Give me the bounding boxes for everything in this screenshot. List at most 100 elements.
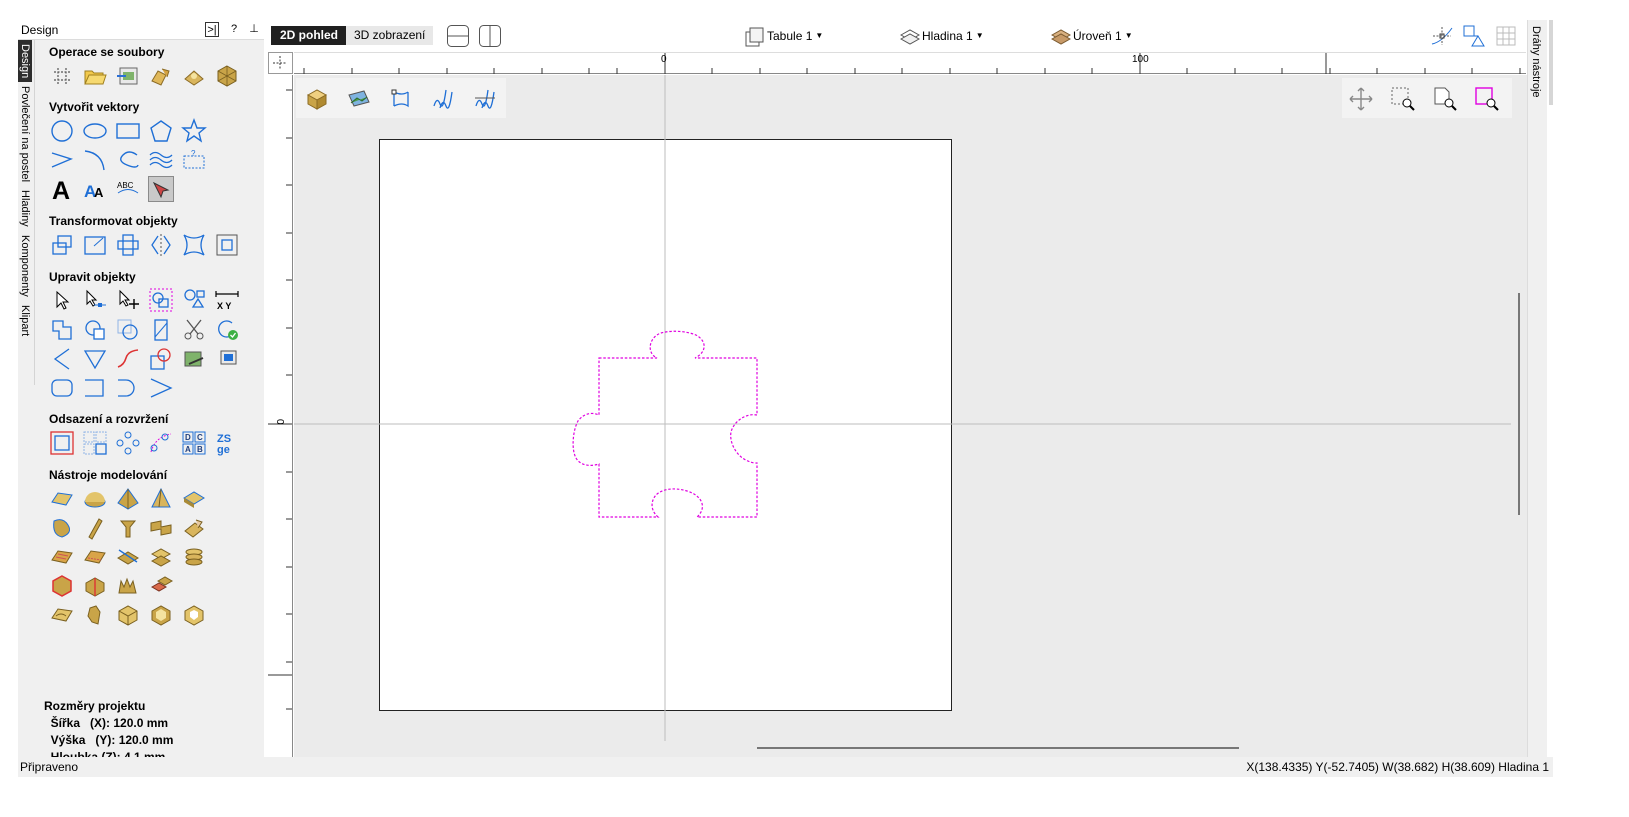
model-reset-icon[interactable] [49,573,75,599]
model-clean-icon[interactable] [115,544,141,570]
tab-3d-view[interactable]: 3D zobrazení [346,26,434,45]
sheet-dropdown[interactable]: Tabule 1 ▼ [745,25,823,47]
model-extrude-icon[interactable] [181,486,207,512]
pan-icon[interactable] [1348,86,1374,112]
select-icon[interactable] [49,287,75,313]
ellipse-icon[interactable] [82,118,108,144]
tab-clipart[interactable]: Klipart [18,301,32,340]
join-arc-icon[interactable] [115,375,141,401]
auto-nest-icon[interactable]: ZS ge [214,430,240,456]
model-merge-icon[interactable] [148,544,174,570]
intersect-icon[interactable] [115,317,141,343]
offset-icon[interactable] [49,430,75,456]
transform-mode-icon[interactable] [115,287,141,313]
model-stack-icon[interactable] [148,573,174,599]
import-bitmap-icon[interactable] [181,63,207,89]
bitmap-icon[interactable] [346,86,372,112]
tab-components[interactable]: Komponenty [18,231,32,301]
tab-layers[interactable]: Hladiny [18,186,32,231]
split-vertical-icon[interactable] [478,24,502,48]
panel-help-button[interactable]: ? [227,22,241,37]
zoom-box-icon[interactable] [1390,86,1416,112]
import-vectors-icon[interactable] [115,63,141,89]
weld-icon[interactable] [49,317,75,343]
vertical-scrollbar[interactable] [1518,293,1520,515]
ungroup-icon[interactable] [181,287,207,313]
distort-icon[interactable] [181,232,207,258]
subtract-icon[interactable] [82,317,108,343]
panel-scrollbar[interactable] [1549,20,1553,105]
fillet-icon[interactable] [49,346,75,372]
drawing-canvas[interactable] [294,75,1527,757]
snap-icon[interactable] [1430,24,1454,48]
extend-icon[interactable] [82,375,108,401]
smooth-curve-icon[interactable] [115,346,141,372]
tab-2d-view[interactable]: 2D pohled [271,26,348,45]
group-icon[interactable] [148,287,174,313]
wave-pattern-icon[interactable] [148,147,174,173]
draw-vector-icon[interactable] [148,176,174,202]
model-relief-icon[interactable] [49,602,75,628]
copy-along-curve-icon[interactable] [148,430,174,456]
circle-icon[interactable] [49,118,75,144]
layer-dropdown[interactable]: Hladina 1 ▼ [899,25,984,47]
model-sweep-icon[interactable] [148,486,174,512]
horizontal-scrollbar[interactable] [757,747,1239,749]
import-component-icon[interactable] [148,63,174,89]
grid-icon[interactable] [1494,24,1518,48]
toolpath-preview-icon[interactable] [430,86,456,112]
model-moving-icon[interactable] [115,515,141,541]
overlap-icon[interactable] [148,317,174,343]
model-layers-icon[interactable] [181,544,207,570]
model-split-icon[interactable] [82,573,108,599]
job-setup-icon[interactable] [49,63,75,89]
model-figure-icon[interactable] [82,602,108,628]
align-icon[interactable] [115,232,141,258]
image-edit-icon[interactable] [214,346,240,372]
node-snap-icon[interactable] [388,86,414,112]
dimension-icon[interactable]: ? [181,147,207,173]
text-icon[interactable]: A [49,176,75,202]
split-horizontal-icon[interactable] [446,24,470,48]
model-fade-icon[interactable] [82,544,108,570]
trace-bitmap-icon[interactable] [181,346,207,372]
model-bevel-icon[interactable] [148,602,174,628]
star-icon[interactable] [181,118,207,144]
arc-icon[interactable] [82,147,108,173]
ruler-origin-button[interactable] [268,52,293,74]
level-dropdown[interactable]: Úroveň 1 ▼ [1050,25,1133,47]
model-edit-icon[interactable] [181,515,207,541]
toolpath-icon[interactable] [472,86,498,112]
tab-design[interactable]: Design [18,40,32,83]
nesting-icon[interactable]: DCAB [181,430,207,456]
close-vectors-icon[interactable] [214,317,240,343]
polyline-icon[interactable] [49,147,75,173]
materials-icon[interactable] [214,63,240,89]
model-dome-icon[interactable] [82,486,108,512]
model-texture-icon[interactable] [49,544,75,570]
tab-bedding[interactable]: Povlečení na postel [18,82,32,186]
model-shape-icon[interactable] [49,486,75,512]
model-weave-icon[interactable] [115,573,141,599]
model-pyramid-icon[interactable] [115,486,141,512]
array-copy-icon[interactable] [82,430,108,456]
triangle-icon[interactable] [82,346,108,372]
material-setup-icon[interactable] [304,86,330,112]
offset-shape-icon[interactable] [148,346,174,372]
model-tilt-icon[interactable] [148,515,174,541]
rectangle-icon[interactable] [115,118,141,144]
zoom-selection-icon[interactable] [1474,86,1500,112]
center-icon[interactable] [214,232,240,258]
move-icon[interactable] [49,232,75,258]
model-frame-icon[interactable] [181,602,207,628]
model-slice-icon[interactable] [82,515,108,541]
open-file-icon[interactable] [82,63,108,89]
snap-objects-icon[interactable] [1462,24,1486,48]
polygon-icon[interactable] [148,118,174,144]
panel-autohide-button[interactable]: >| [205,22,219,37]
join-line-icon[interactable] [148,375,174,401]
rounded-rect-icon[interactable] [49,375,75,401]
zoom-fit-icon[interactable] [1432,86,1458,112]
mirror-icon[interactable] [148,232,174,258]
model-box-icon[interactable] [115,602,141,628]
